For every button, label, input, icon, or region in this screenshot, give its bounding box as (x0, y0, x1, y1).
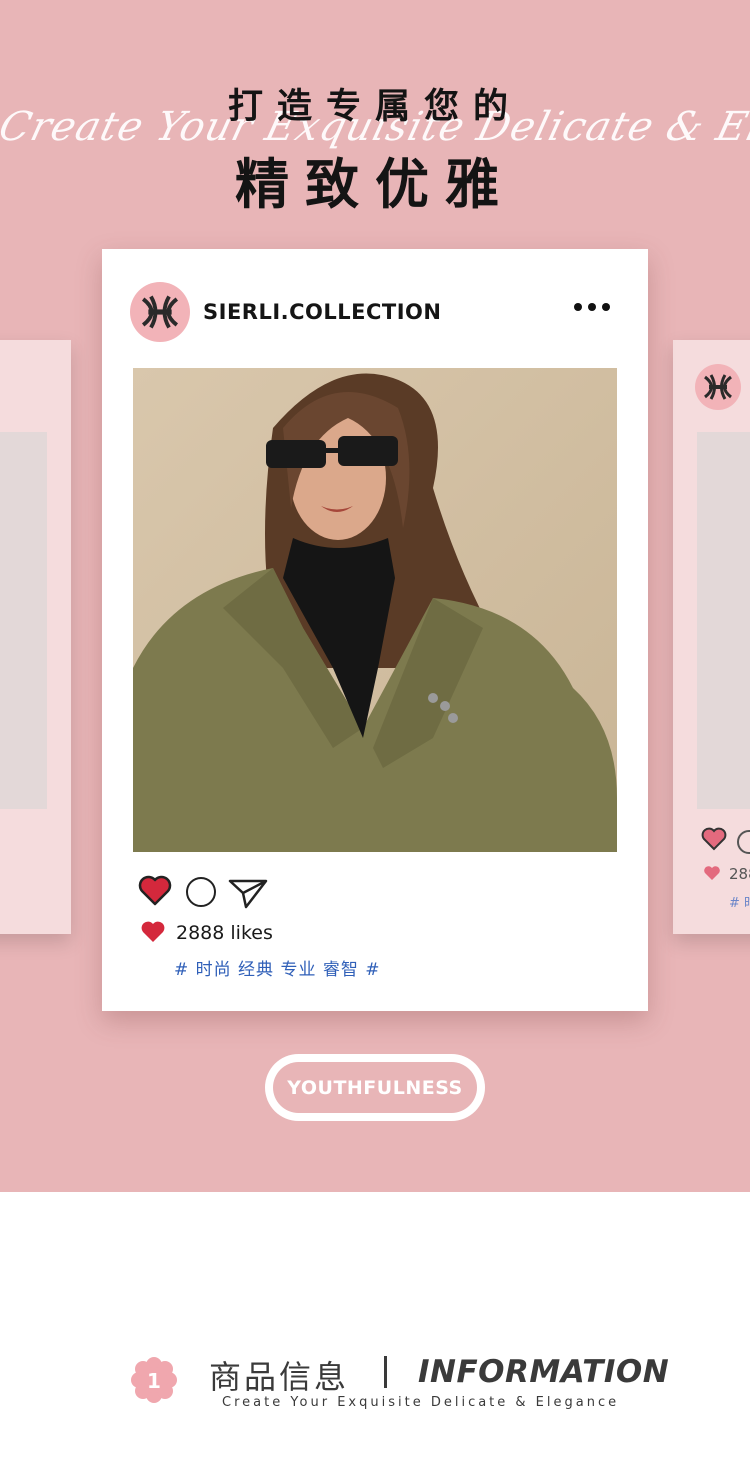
right-side-post-image (697, 432, 750, 809)
right-side-post-card: 288 # 时 (673, 340, 750, 934)
left-side-post-card (0, 340, 71, 934)
more-options-icon[interactable] (574, 303, 610, 311)
model-photo-illustration (133, 368, 617, 852)
left-side-post-image (0, 432, 47, 809)
section-title-en: INFORMATION (418, 1354, 670, 1390)
right-side-avatar (695, 364, 741, 410)
profile-avatar[interactable] (130, 282, 190, 342)
likes-count: 2888 likes (176, 922, 273, 944)
heart-icon (701, 827, 727, 851)
right-side-hashtags: # 时 (729, 896, 750, 911)
section-number-badge: 1 (131, 1357, 177, 1403)
section-divider (384, 1356, 387, 1388)
post-username[interactable]: SIERLI.COLLECTION (203, 300, 441, 324)
section-subtitle: Create Your Exquisite Delicate & Eleganc… (222, 1395, 620, 1410)
hero-banner: Create Your Exquisite Delicate & Eleganc… (0, 0, 750, 1192)
hero-title-line2: 精致优雅 (235, 153, 515, 216)
section-title-cn: 商品信息 (209, 1358, 350, 1396)
hero-title-line1: 打造专属您的 (227, 87, 522, 127)
post-photo (133, 368, 617, 852)
youthfulness-pill-button[interactable]: YOUTHFULNESS (265, 1054, 485, 1121)
pill-label: YOUTHFULNESS (273, 1062, 477, 1113)
post-hashtags[interactable]: # 时尚 经典 专业 睿智 # (174, 955, 381, 980)
likes-heart-icon (141, 921, 165, 942)
comment-icon (737, 830, 750, 854)
right-side-likes: 288 (729, 865, 750, 883)
brand-logo-icon (141, 295, 179, 329)
section-number: 1 (147, 1369, 161, 1393)
comment-icon[interactable] (186, 877, 216, 907)
like-heart-icon[interactable] (138, 875, 172, 907)
post-card: SIERLI.COLLECTION 2888 likes # 时尚 经典 专业 … (102, 249, 648, 1011)
share-send-icon[interactable] (228, 877, 268, 909)
brand-logo-icon (704, 374, 732, 400)
small-heart-icon (704, 866, 720, 880)
